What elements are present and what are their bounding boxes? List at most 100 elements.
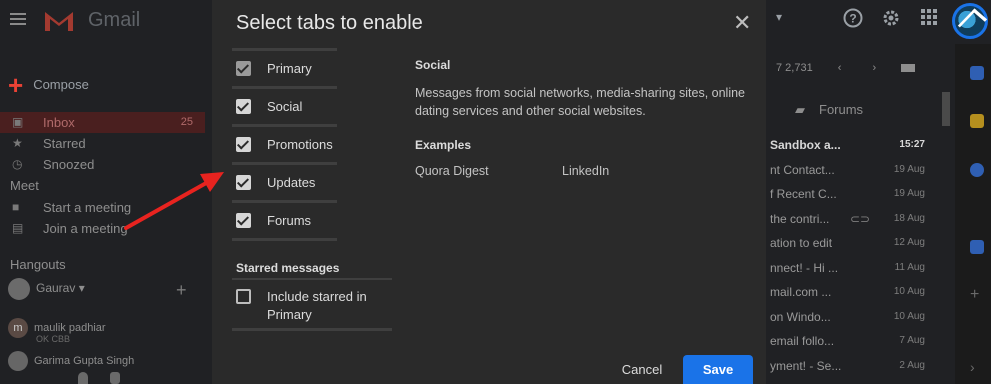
- examples-heading: Examples: [415, 138, 472, 152]
- forums-tab-icon: ▰: [795, 102, 805, 117]
- help-icon[interactable]: ?: [843, 8, 863, 33]
- apps-grid-icon[interactable]: [920, 8, 938, 31]
- contact-avatar: m: [8, 318, 28, 338]
- add-addon-icon[interactable]: +: [970, 287, 984, 303]
- divider: [232, 200, 337, 203]
- include-starred-label: Include starred in Primary: [267, 289, 367, 322]
- sidebar-item-label: Snoozed: [43, 157, 95, 172]
- mail-row[interactable]: nt Contact... 19 Aug: [770, 160, 930, 185]
- mail-date: 19 Aug: [893, 163, 925, 175]
- search-options-icon[interactable]: ▾: [776, 10, 782, 24]
- hangouts-user[interactable]: Gaurav ▾: [8, 278, 85, 300]
- phone-icon[interactable]: [110, 372, 120, 384]
- star-icon: ★: [12, 136, 23, 150]
- tab-option-forums[interactable]: Forums: [232, 200, 392, 238]
- cancel-button[interactable]: Cancel: [610, 356, 674, 384]
- divider: [232, 124, 337, 127]
- add-hangout-icon[interactable]: +: [176, 280, 187, 301]
- mail-subject: the contri...: [770, 211, 830, 226]
- tab-option-social[interactable]: Social: [232, 86, 392, 124]
- mail-row[interactable]: on Windo... 10 Aug: [770, 307, 930, 332]
- tab-list-end: [232, 238, 392, 248]
- chevron-left-icon[interactable]: ‹: [838, 62, 842, 74]
- contact-item[interactable]: Garima Gupta Singh: [8, 351, 134, 371]
- mail-subject: yment! - Se...: [770, 358, 842, 373]
- mail-subject: ation to edit: [770, 236, 833, 250]
- contact-item[interactable]: m maulik padhiar OK CBB: [8, 318, 106, 344]
- updates-checkbox[interactable]: [236, 175, 251, 190]
- tab-option-primary[interactable]: Primary: [232, 48, 392, 86]
- example-item: LinkedIn: [562, 164, 610, 178]
- example-item: Quora Digest: [415, 164, 489, 178]
- mail-row[interactable]: Sandbox a... 15:27: [770, 135, 930, 160]
- sidebar-item-label: Starred: [43, 136, 86, 151]
- sidebar-item-starred[interactable]: ★ Starred: [0, 133, 205, 154]
- mail-subject: nnect! - Hi ...: [770, 260, 839, 275]
- tab-option-label: Primary: [267, 61, 312, 76]
- start-meeting-item[interactable]: ■ Start a meeting: [0, 197, 205, 218]
- person-icon[interactable]: [78, 372, 88, 384]
- chevron-down-icon: ▾: [78, 281, 85, 296]
- mail-row[interactable]: mail.com ... 10 Aug: [770, 282, 930, 307]
- tab-forums[interactable]: ▰ Forums: [795, 102, 863, 118]
- mail-row[interactable]: email follo... 7 Aug: [770, 331, 930, 356]
- clock-icon: ◷: [12, 157, 23, 171]
- account-avatar[interactable]: [952, 3, 988, 39]
- mail-subject: mail.com ...: [770, 285, 832, 299]
- app-name: Gmail: [88, 9, 141, 31]
- compose-button[interactable]: + Compose: [8, 70, 89, 101]
- pagination-count: 7 2,731: [776, 62, 813, 74]
- sidebar-item-snoozed[interactable]: ◷ Snoozed: [0, 154, 205, 175]
- keep-icon[interactable]: [970, 114, 984, 128]
- trello-icon[interactable]: [970, 240, 984, 254]
- promotions-checkbox[interactable]: [236, 137, 251, 152]
- inbox-count: 25: [180, 116, 193, 128]
- settings-gear-icon[interactable]: [881, 8, 901, 33]
- divider: [232, 86, 337, 89]
- mail-date: 18 Aug: [893, 212, 925, 224]
- tab-option-updates[interactable]: Updates: [232, 162, 392, 200]
- mail-subject: Sandbox a...: [770, 138, 841, 152]
- contact-name: maulik padhiar: [34, 321, 106, 334]
- tab-options-list: Primary Social Promotions Updates Forums: [232, 48, 392, 248]
- forums-checkbox[interactable]: [236, 213, 251, 228]
- tab-label: Forums: [819, 102, 864, 117]
- attachment-icon: ⊂⊃: [850, 211, 871, 226]
- dialog-title: Select tabs to enable: [236, 12, 423, 34]
- detail-title: Social: [415, 58, 451, 72]
- mail-row[interactable]: the contri... ⊂⊃ 18 Aug: [770, 209, 930, 234]
- include-starred-checkbox[interactable]: [236, 289, 251, 304]
- mail-row[interactable]: yment! - Se... 2 Aug: [770, 356, 930, 381]
- contact-status: OK CBB: [36, 334, 71, 344]
- meet-item-label: Start a meeting: [43, 200, 132, 215]
- scrollbar-thumb[interactable]: [942, 92, 950, 126]
- join-meeting-item[interactable]: ▤ Join a meeting: [0, 218, 205, 239]
- tasks-icon[interactable]: [970, 163, 984, 177]
- calendar-icon[interactable]: [970, 66, 984, 80]
- social-checkbox[interactable]: [236, 99, 251, 114]
- save-button[interactable]: Save: [683, 355, 753, 384]
- tab-option-promotions[interactable]: Promotions: [232, 124, 392, 162]
- mail-row[interactable]: f Recent C... 19 Aug: [770, 184, 930, 209]
- tab-option-label: Promotions: [267, 137, 333, 152]
- select-tabs-dialog: Select tabs to enable ✕ Primary Social P…: [212, 0, 766, 384]
- chevron-right-icon[interactable]: ›: [873, 62, 877, 74]
- sidebar-item-inbox[interactable]: ▣ Inbox 25: [0, 112, 205, 133]
- main-menu-icon[interactable]: [10, 13, 26, 25]
- mail-date: 11 Aug: [894, 261, 925, 273]
- close-icon[interactable]: ✕: [733, 10, 751, 36]
- starred-messages-heading: Starred messages: [236, 261, 340, 275]
- mail-row[interactable]: nnect! - Hi ... 11 Aug: [770, 258, 930, 283]
- meet-heading: Meet: [10, 178, 39, 193]
- gmail-logo-icon: [45, 12, 73, 31]
- mail-date: 7 Aug: [899, 335, 925, 346]
- divider: [232, 162, 337, 165]
- include-starred-option[interactable]: Include starred in Primary: [232, 288, 392, 328]
- expand-panel-icon[interactable]: ›: [970, 360, 984, 374]
- mail-subject: email follo...: [770, 334, 835, 348]
- tab-option-label: Forums: [267, 213, 312, 228]
- mail-date: 2 Aug: [899, 359, 925, 371]
- svg-text:?: ?: [849, 12, 856, 26]
- keyboard-input-icon[interactable]: [901, 64, 916, 73]
- mail-row[interactable]: ation to edit 12 Aug: [770, 233, 930, 258]
